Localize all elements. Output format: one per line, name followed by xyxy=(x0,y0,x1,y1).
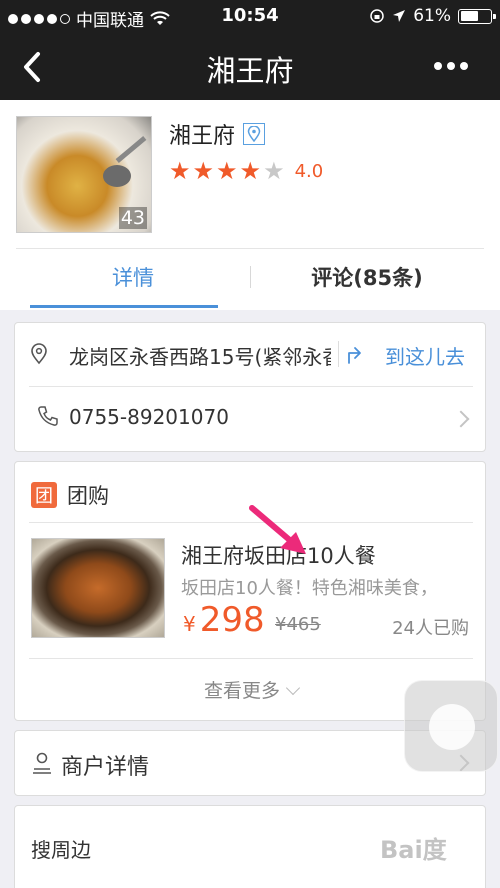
star-empty-icon: ★ xyxy=(263,157,285,185)
group-buy-icon: 团 xyxy=(31,482,57,508)
address-row[interactable]: 龙岗区永香西路15号(紧邻永香居) 到这儿去 xyxy=(15,323,487,385)
shop-name: 湘王府 xyxy=(169,124,236,149)
group-buy-title: 团购 xyxy=(67,484,109,508)
chevron-down-icon xyxy=(285,680,301,696)
chevron-right-icon xyxy=(452,410,470,428)
merchant-details-label: 商户详情 xyxy=(61,755,150,780)
divider xyxy=(29,386,473,387)
phone-number: 0755-89201070 xyxy=(69,405,229,429)
divider xyxy=(29,658,473,659)
watermark: Bai度 xyxy=(380,836,447,864)
nav-bar: 湘王府 xyxy=(0,34,500,100)
group-buy-header: 团 团购 xyxy=(31,480,109,510)
address-text: 龙岗区永香西路15号(紧邻永香居) xyxy=(69,345,331,369)
deal-price: ¥ 298 xyxy=(183,600,265,640)
tab-details[interactable]: 详情 xyxy=(16,249,250,310)
rating: ★ ★ ★ ★ ★ 4.0 xyxy=(169,158,323,184)
search-nearby-label: 搜周边 xyxy=(31,838,91,862)
view-more-label: 查看更多 xyxy=(203,680,280,702)
sold-count: 24人已购 xyxy=(392,618,469,639)
phone-icon xyxy=(38,406,58,426)
rating-value: 4.0 xyxy=(294,160,324,182)
shop-photo[interactable]: 43 xyxy=(16,116,152,233)
shop-name-row: 湘王府 xyxy=(169,118,266,150)
star-icon: ★ xyxy=(169,157,191,185)
directions-button[interactable]: 到这儿去 xyxy=(385,341,465,370)
page-title: 湘王府 xyxy=(206,54,294,88)
orientation-lock-icon xyxy=(370,9,384,23)
map-pin-icon xyxy=(31,343,47,365)
assistive-touch-button[interactable] xyxy=(404,680,498,772)
more-dots-icon[interactable] xyxy=(434,62,468,70)
deal-image[interactable] xyxy=(31,538,165,638)
battery-icon xyxy=(458,8,496,24)
contact-card: 龙岗区永香西路15号(紧邻永香居) 到这儿去 0755-89201070 xyxy=(14,322,486,452)
directions-icon xyxy=(348,347,361,364)
status-right: 61% xyxy=(369,6,496,26)
star-icon: ★ xyxy=(192,157,215,185)
star-icon: ★ xyxy=(239,157,262,185)
divider xyxy=(338,341,339,367)
active-tab-indicator xyxy=(30,305,218,308)
status-bar: 中国联通 10:54 61% xyxy=(0,0,500,34)
price-value: 298 xyxy=(199,600,265,640)
star-icon: ★ xyxy=(216,157,238,185)
photo-count: 43 xyxy=(118,207,147,229)
original-price: ¥465 xyxy=(275,614,321,635)
merchant-icon xyxy=(33,752,51,774)
currency-symbol: ¥ xyxy=(183,612,196,636)
location-badge-icon xyxy=(243,123,266,145)
deal-description: 坂田店10人餐！特色湘味美食， xyxy=(181,578,438,599)
tab-divider xyxy=(250,266,251,288)
tab-reviews[interactable]: 评论(85条) xyxy=(250,249,484,310)
battery-percent: 61% xyxy=(413,6,451,26)
annotation-arrow-icon xyxy=(249,505,306,554)
location-arrow-icon xyxy=(393,10,406,22)
